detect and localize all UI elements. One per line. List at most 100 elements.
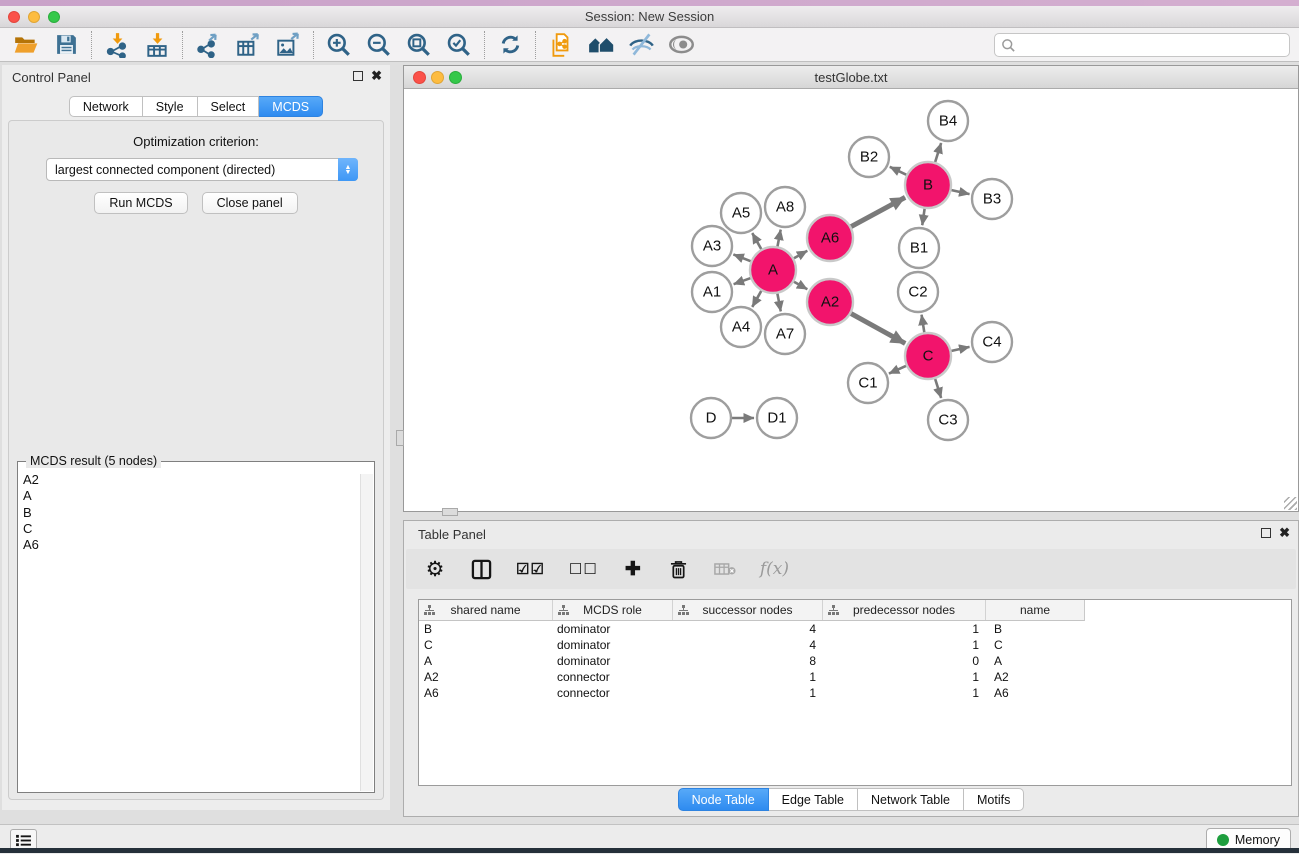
delete-table-icon[interactable] bbox=[714, 556, 736, 582]
tab-node-table[interactable]: Node Table bbox=[678, 788, 769, 811]
result-item[interactable]: A6 bbox=[18, 537, 359, 553]
add-column-icon[interactable]: ✚ bbox=[622, 556, 644, 582]
network-window-titlebar[interactable]: testGlobe.txt bbox=[404, 66, 1298, 89]
table-cell: 8 bbox=[673, 654, 823, 668]
graph-edge-C-C2[interactable] bbox=[922, 315, 925, 334]
result-item[interactable]: B bbox=[18, 505, 359, 521]
float-panel-icon[interactable] bbox=[1261, 528, 1271, 538]
export-image-icon[interactable] bbox=[268, 30, 308, 60]
graph-node-label: C4 bbox=[982, 334, 1001, 351]
result-item[interactable]: C bbox=[18, 521, 359, 537]
column-header-successor-nodes[interactable]: successor nodes bbox=[673, 600, 823, 620]
criterion-value: largest connected component (directed) bbox=[47, 163, 338, 177]
export-network-icon[interactable] bbox=[188, 30, 228, 60]
tab-edge-table[interactable]: Edge Table bbox=[769, 788, 858, 811]
tab-mcds[interactable]: MCDS bbox=[259, 96, 323, 117]
column-header-predecessor-nodes[interactable]: predecessor nodes bbox=[823, 600, 986, 620]
tab-motifs[interactable]: Motifs bbox=[964, 788, 1024, 811]
table-cell: 1 bbox=[823, 622, 986, 636]
table-cell: C bbox=[419, 638, 553, 652]
memory-label: Memory bbox=[1235, 833, 1280, 847]
graph-edge-B-B1[interactable] bbox=[922, 208, 924, 225]
run-mcds-button[interactable]: Run MCDS bbox=[94, 192, 187, 214]
graph-edge-B-B2[interactable] bbox=[890, 167, 907, 175]
tab-network-table[interactable]: Network Table bbox=[858, 788, 964, 811]
close-panel-icon[interactable]: ✖ bbox=[371, 70, 382, 81]
settings-gear-icon[interactable]: ⚙ bbox=[424, 556, 446, 582]
result-scrollbar[interactable] bbox=[360, 474, 373, 791]
toolbar-separator bbox=[535, 31, 536, 59]
table-cell: dominator bbox=[553, 638, 673, 652]
graph-edge-A-A4[interactable] bbox=[752, 290, 761, 307]
splitter-handle[interactable] bbox=[442, 508, 458, 516]
desktop-background-bottom bbox=[0, 848, 1299, 853]
graph-edge-A-A7[interactable] bbox=[777, 293, 781, 312]
graph-node-label: A bbox=[768, 262, 778, 279]
graph-edge-B-B4[interactable] bbox=[935, 143, 941, 163]
table-row[interactable]: Cdominator41C bbox=[419, 637, 1291, 653]
zoom-out-icon[interactable] bbox=[359, 30, 399, 60]
search-input[interactable] bbox=[994, 33, 1290, 57]
zoom-fit-icon[interactable] bbox=[399, 30, 439, 60]
splitter-handle[interactable] bbox=[396, 430, 404, 446]
save-session-icon[interactable] bbox=[46, 30, 86, 60]
select-all-checkboxes-icon[interactable]: ☑☑ bbox=[516, 556, 545, 582]
table-row[interactable]: A2connector11A2 bbox=[419, 669, 1291, 685]
table-panel: Table Panel ✖ ⚙ ☑☑ ☐☐ ✚ bbox=[403, 520, 1299, 817]
function-builder-icon[interactable]: f(x) bbox=[760, 556, 789, 582]
network-canvas[interactable]: AA1A2A3A4A5A6A7A8BB1B2B3B4CC1C2C3C4DD1 bbox=[404, 89, 1298, 511]
table-row[interactable]: Adominator80A bbox=[419, 653, 1291, 669]
table-row[interactable]: Bdominator41B bbox=[419, 621, 1291, 637]
tab-network[interactable]: Network bbox=[69, 96, 143, 117]
table-toolbar: ⚙ ☑☑ ☐☐ ✚ f(x) bbox=[406, 549, 1296, 589]
zoom-in-icon[interactable] bbox=[319, 30, 359, 60]
criterion-dropdown[interactable]: largest connected component (directed) ▲… bbox=[46, 158, 358, 181]
graph-edge-A-A6[interactable] bbox=[793, 251, 807, 259]
graph-edge-C-C4[interactable] bbox=[950, 347, 969, 351]
result-item[interactable]: A2 bbox=[18, 472, 359, 488]
home-icon[interactable] bbox=[581, 30, 621, 60]
tab-select[interactable]: Select bbox=[198, 96, 260, 117]
zoom-selected-icon[interactable] bbox=[439, 30, 479, 60]
graph-edge-B-B3[interactable] bbox=[950, 190, 969, 194]
close-panel-button[interactable]: Close panel bbox=[202, 192, 298, 214]
delete-column-icon[interactable] bbox=[668, 556, 690, 582]
import-network-icon[interactable] bbox=[97, 30, 137, 60]
table-cell: dominator bbox=[553, 654, 673, 668]
graph-edge-A-A1[interactable] bbox=[734, 278, 752, 284]
column-header-mcds-role[interactable]: MCDS role bbox=[553, 600, 673, 620]
export-table-icon[interactable] bbox=[228, 30, 268, 60]
open-file-icon[interactable] bbox=[6, 30, 46, 60]
table-row[interactable]: A6connector11A6 bbox=[419, 685, 1291, 701]
graph-edge-A2-C[interactable] bbox=[850, 313, 905, 343]
float-panel-icon[interactable] bbox=[353, 71, 363, 81]
graph-edge-C-C3[interactable] bbox=[935, 378, 941, 398]
show-graphics-details-icon[interactable] bbox=[661, 30, 701, 60]
graph-edge-A-A8[interactable] bbox=[777, 230, 780, 248]
graph-node-label: B2 bbox=[860, 149, 878, 166]
graph-edge-A-A2[interactable] bbox=[793, 281, 807, 289]
result-item[interactable]: A bbox=[18, 488, 359, 504]
graph-edge-A-A5[interactable] bbox=[752, 233, 761, 250]
import-table-icon[interactable] bbox=[137, 30, 177, 60]
graph-edge-A6-B[interactable] bbox=[850, 197, 905, 227]
deselect-all-checkboxes-icon[interactable]: ☐☐ bbox=[569, 556, 598, 582]
duplicate-network-icon[interactable] bbox=[541, 30, 581, 60]
column-type-icon bbox=[424, 605, 435, 616]
refresh-icon[interactable] bbox=[490, 30, 530, 60]
column-view-icon[interactable] bbox=[470, 556, 492, 582]
node-table-rows: Bdominator41BCdominator41CAdominator80AA… bbox=[419, 621, 1291, 701]
graph-edge-A-A3[interactable] bbox=[733, 254, 751, 261]
window-resize-grip[interactable] bbox=[1284, 497, 1297, 510]
graph-edge-C-C1[interactable] bbox=[889, 365, 907, 373]
column-header-shared-name[interactable]: shared name bbox=[419, 600, 553, 620]
table-cell: 1 bbox=[673, 670, 823, 684]
close-panel-icon[interactable]: ✖ bbox=[1279, 527, 1290, 538]
search-icon bbox=[1001, 38, 1016, 53]
hide-graphics-details-icon[interactable] bbox=[621, 30, 661, 60]
table-cell: connector bbox=[553, 686, 673, 700]
column-header-name[interactable]: name bbox=[986, 600, 1084, 620]
app-titlebar[interactable]: Session: New Session bbox=[0, 6, 1299, 28]
tab-style[interactable]: Style bbox=[143, 96, 198, 117]
session-title: Session: New Session bbox=[0, 9, 1299, 24]
